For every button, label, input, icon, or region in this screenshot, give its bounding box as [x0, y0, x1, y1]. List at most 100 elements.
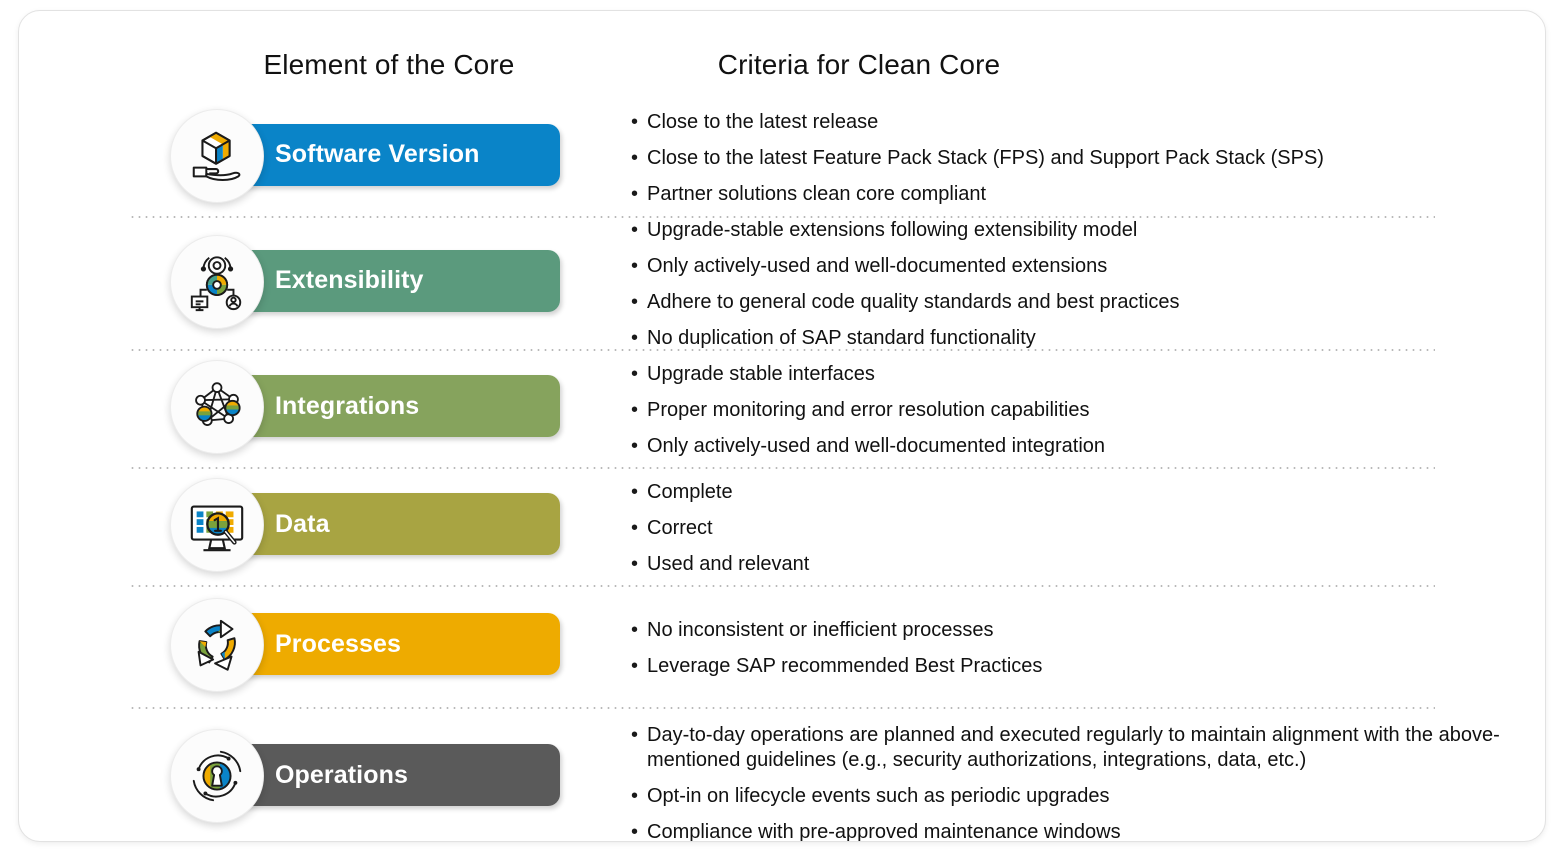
core-element-row: Processes • No inconsistent or inefficien…: [19, 587, 1545, 709]
bullet-icon: •: [631, 821, 639, 842]
criteria-list: • Complete • Correct • Used and relevant: [631, 469, 1505, 587]
row-inner: Software Version • Close to the latest re…: [19, 99, 1545, 218]
criteria-item: • Partner solutions clean core compliant: [631, 182, 1505, 207]
element-pill-label: Extensibility: [275, 266, 424, 294]
row-inner: Operations • Day-to-day operations are pl…: [19, 709, 1545, 842]
criteria-item: • No inconsistent or inefficient processe…: [631, 618, 1505, 643]
criteria-text: Only actively-used and well-documented i…: [647, 434, 1106, 457]
criteria-item: • Close to the latest release: [631, 110, 1505, 135]
criteria-item: • Close to the latest Feature Pack Stack …: [631, 146, 1505, 171]
element-pill-label: Software Version: [275, 140, 480, 168]
criteria-text: Partner solutions clean core compliant: [647, 183, 987, 205]
core-element-row: Data • Complete • Correct • Used and rel…: [19, 469, 1545, 587]
criteria-list: • Upgrade stable interfaces • Proper monito…: [631, 351, 1505, 469]
row-inner: Integrations • Upgrade stable interfaces •…: [19, 351, 1545, 469]
keyhole-orbit-icon: [170, 729, 264, 823]
criteria-text: Correct: [647, 516, 713, 539]
core-element-row: Software Version • Close to the latest re…: [19, 99, 1545, 218]
bullet-icon: •: [631, 219, 639, 241]
bullet-icon: •: [631, 398, 639, 421]
criteria-text: Complete: [647, 480, 733, 503]
bullet-icon: •: [631, 183, 639, 205]
element-of-the-core-cell: Processes: [19, 587, 579, 709]
row-inner: Processes • No inconsistent or inefficien…: [19, 587, 1545, 709]
criteria-item: • No duplication of SAP standard function…: [631, 326, 1505, 351]
element-pill-data[interactable]: Data: [215, 493, 560, 555]
element-of-the-core-cell: Extensibility: [19, 218, 579, 351]
bullet-icon: •: [631, 480, 639, 503]
criteria-text: Leverage SAP recommended Best Practices: [647, 654, 1043, 677]
element-pill-operations[interactable]: Operations: [215, 744, 560, 806]
element-of-the-core-cell: Integrations: [19, 351, 579, 469]
criteria-text: Day-to-day operations are planned and ex…: [647, 724, 1500, 771]
element-pill-integrations[interactable]: Integrations: [215, 375, 560, 437]
element-pill-label: Integrations: [275, 391, 420, 420]
criteria-item: • Proper monitoring and error resolution …: [631, 398, 1505, 423]
criteria-item: • Compliance with pre-approved maintenanc…: [631, 820, 1505, 842]
element-of-the-core-cell: Software Version: [19, 99, 579, 218]
row-inner: Extensibility • Upgrade-stable extension…: [19, 218, 1545, 351]
bullet-icon: •: [631, 552, 639, 575]
circular-arrows-icon: [170, 598, 264, 692]
element-pill-software-version[interactable]: Software Version: [215, 123, 560, 186]
criteria-item: • Only actively-used and well-documented …: [631, 254, 1505, 279]
criteria-text: Proper monitoring and error resolution c…: [647, 398, 1090, 421]
bullet-icon: •: [631, 516, 639, 539]
criteria-text: Upgrade stable interfaces: [647, 362, 875, 385]
criteria-text: Only actively-used and well-documented e…: [647, 255, 1108, 277]
element-pill-label: Processes: [275, 629, 401, 658]
bullet-icon: •: [631, 362, 639, 385]
criteria-item: • Opt-in on lifecycle events such as peri…: [631, 784, 1505, 809]
bullet-icon: •: [631, 111, 639, 133]
element-pill-label: Operations: [275, 760, 408, 789]
monitor-magnifier-icon: [170, 478, 264, 572]
criteria-item: • Upgrade stable interfaces: [631, 362, 1505, 387]
bullet-icon: •: [631, 654, 639, 677]
criteria-text: No duplication of SAP standard functiona…: [647, 327, 1036, 349]
element-of-the-core-cell: Data: [19, 469, 579, 587]
core-element-row: Operations • Day-to-day operations are pl…: [19, 709, 1545, 842]
bullet-icon: •: [631, 785, 639, 807]
element-pill-extensibility[interactable]: Extensibility: [215, 249, 560, 312]
gears-network-icon: [170, 234, 264, 329]
criteria-item: • Complete: [631, 480, 1505, 505]
criteria-list: • No inconsistent or inefficient processe…: [631, 587, 1505, 709]
criteria-list: • Close to the latest release • Close to th…: [631, 99, 1505, 218]
cube-in-hand-icon: [170, 108, 264, 203]
element-of-the-core-cell: Operations: [19, 709, 579, 841]
criteria-text: Adhere to general code quality standards…: [647, 291, 1180, 313]
criteria-item: • Used and relevant: [631, 552, 1505, 577]
core-element-row: Integrations • Upgrade stable interfaces •…: [19, 351, 1545, 469]
bullet-icon: •: [631, 327, 639, 349]
rows-container: Software Version • Close to the latest re…: [19, 99, 1545, 842]
criteria-text: No inconsistent or inefficient processes: [647, 618, 994, 641]
network-nodes-icon: [170, 360, 264, 454]
criteria-list: • Day-to-day operations are planned and e…: [631, 709, 1505, 842]
clean-core-infographic: Element of the Core Criteria for Clean C…: [0, 0, 1565, 850]
bullet-icon: •: [631, 147, 639, 169]
criteria-item: • Only actively-used and well-documented …: [631, 434, 1505, 459]
bullet-icon: •: [631, 255, 639, 277]
criteria-text: Close to the latest Feature Pack Stack (…: [647, 147, 1324, 169]
criteria-item: • Adhere to general code quality standard…: [631, 290, 1505, 315]
bullet-icon: •: [631, 291, 639, 313]
criteria-text: Compliance with pre-approved maintenance…: [647, 821, 1121, 842]
infographic-card: Element of the Core Criteria for Clean C…: [18, 10, 1546, 842]
column-headers: Element of the Core Criteria for Clean C…: [19, 49, 1545, 95]
criteria-item: • Upgrade-stable extensions following ext…: [631, 218, 1505, 243]
row-inner: Data • Complete • Correct • Used and rel…: [19, 469, 1545, 587]
bullet-icon: •: [631, 618, 639, 641]
criteria-text: Close to the latest release: [647, 111, 879, 133]
bullet-icon: •: [631, 724, 639, 746]
criteria-item: • Leverage SAP recommended Best Practices: [631, 654, 1505, 679]
core-element-row: Extensibility • Upgrade-stable extension…: [19, 218, 1545, 351]
header-criteria-for-clean-core: Criteria for Clean Core: [717, 49, 1001, 80]
criteria-text: Opt-in on lifecycle events such as perio…: [647, 785, 1110, 807]
element-pill-label: Data: [275, 509, 330, 538]
criteria-item: • Correct: [631, 516, 1505, 541]
criteria-item: • Day-to-day operations are planned and e…: [631, 723, 1505, 773]
element-pill-processes[interactable]: Processes: [215, 613, 560, 675]
bullet-icon: •: [631, 434, 639, 457]
criteria-list: • Upgrade-stable extensions following ext…: [631, 218, 1505, 351]
criteria-text: Used and relevant: [647, 552, 810, 575]
